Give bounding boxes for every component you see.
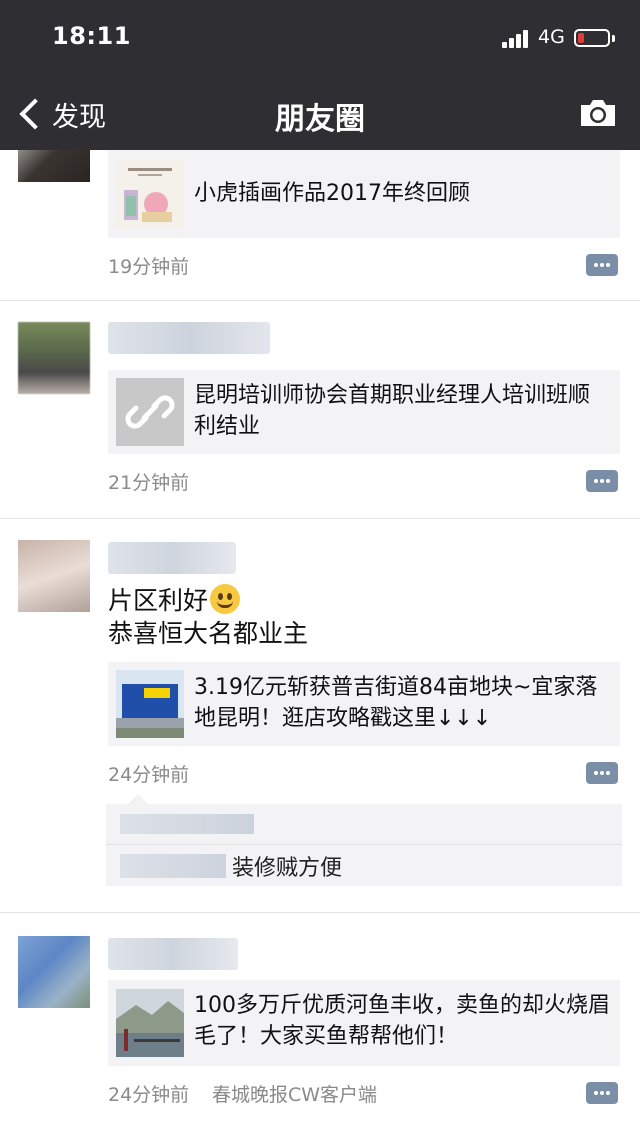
avatar[interactable] <box>18 322 90 394</box>
link-thumbnail <box>116 989 184 1057</box>
camera-button[interactable] <box>578 98 618 128</box>
moment-post: 片区利好 恭喜恒大名都业主 3.19亿元斩获普吉街道84亩地块~宜家落地昆明！逛… <box>0 540 640 912</box>
moment-post: 昆明培训师协会首期职业经理人培训班顺利结业 21分钟前 <box>0 322 640 518</box>
comment-row[interactable]: 装修贼方便 <box>106 846 622 886</box>
user-name[interactable] <box>108 322 270 354</box>
network-label: 4G <box>538 26 565 48</box>
post-time: 24分钟前 <box>108 1084 190 1106</box>
liker-names[interactable] <box>120 814 254 834</box>
comments-divider <box>106 844 622 845</box>
signal-icon <box>502 30 532 48</box>
moment-post: 100多万斤优质河鱼丰收，卖鱼的却火烧眉毛了！大家买鱼帮帮他们！ 24分钟前 春… <box>0 936 640 1128</box>
status-time: 18:11 <box>52 22 131 50</box>
top-bar: 18:11 4G 发现 朋友圈 <box>0 0 640 150</box>
avatar[interactable] <box>18 540 90 612</box>
battery-icon <box>574 29 610 47</box>
post-divider <box>0 300 640 301</box>
post-divider <box>0 912 640 913</box>
post-text-line: 片区利好 <box>108 584 241 617</box>
post-divider <box>0 518 640 519</box>
user-name[interactable] <box>108 542 236 574</box>
comment-text: 装修贼方便 <box>232 856 343 881</box>
comments-box: 装修贼方便 <box>106 794 622 886</box>
link-card[interactable]: 小虎插画作品2017年终回顾 <box>108 150 620 238</box>
post-source[interactable]: 春城晚报CW客户端 <box>212 1080 377 1107</box>
page-title: 朋友圈 <box>275 102 365 137</box>
link-thumbnail <box>116 160 184 228</box>
link-thumbnail <box>116 670 184 738</box>
avatar[interactable] <box>18 150 90 182</box>
comment-button[interactable] <box>586 254 618 276</box>
camera-icon <box>581 100 615 126</box>
comment-button[interactable] <box>586 1082 618 1104</box>
user-name[interactable] <box>108 938 238 970</box>
comments-arrow <box>128 794 148 804</box>
post-time: 19分钟前 <box>108 256 190 278</box>
commenter-name[interactable] <box>120 854 226 878</box>
link-icon <box>125 395 175 429</box>
link-title: 昆明培训师协会首期职业经理人培训班顺利结业 <box>194 383 591 439</box>
comment-button[interactable] <box>586 470 618 492</box>
like-row <box>106 804 622 844</box>
link-card[interactable]: 100多万斤优质河鱼丰收，卖鱼的却火烧眉毛了！大家买鱼帮帮他们！ <box>108 980 620 1066</box>
link-title: 小虎插画作品2017年终回顾 <box>194 181 470 206</box>
avatar[interactable] <box>18 936 90 1008</box>
post-time: 21分钟前 <box>108 472 190 494</box>
post-text-line: 恭喜恒大名都业主 <box>108 619 309 648</box>
link-title: 3.19亿元斩获普吉街道84亩地块~宜家落地昆明！逛店攻略戳这里↓↓↓ <box>194 675 598 731</box>
link-thumbnail <box>116 378 184 446</box>
link-card[interactable]: 昆明培训师协会首期职业经理人培训班顺利结业 <box>108 370 620 454</box>
link-card[interactable]: 3.19亿元斩获普吉街道84亩地块~宜家落地昆明！逛店攻略戳这里↓↓↓ <box>108 662 620 746</box>
emoji-icon <box>210 584 241 614</box>
comment-button[interactable] <box>586 762 618 784</box>
moment-post: 小虎插画作品2017年终回顾 19分钟前 <box>0 150 640 300</box>
link-title: 100多万斤优质河鱼丰收，卖鱼的却火烧眉毛了！大家买鱼帮帮他们！ <box>194 993 610 1049</box>
post-time: 24分钟前 <box>108 764 190 786</box>
moments-feed[interactable]: 小虎插画作品2017年终回顾 19分钟前 昆明培训师协会首期职业经理人培训班顺利… <box>0 150 640 1128</box>
battery-cap <box>612 35 615 42</box>
